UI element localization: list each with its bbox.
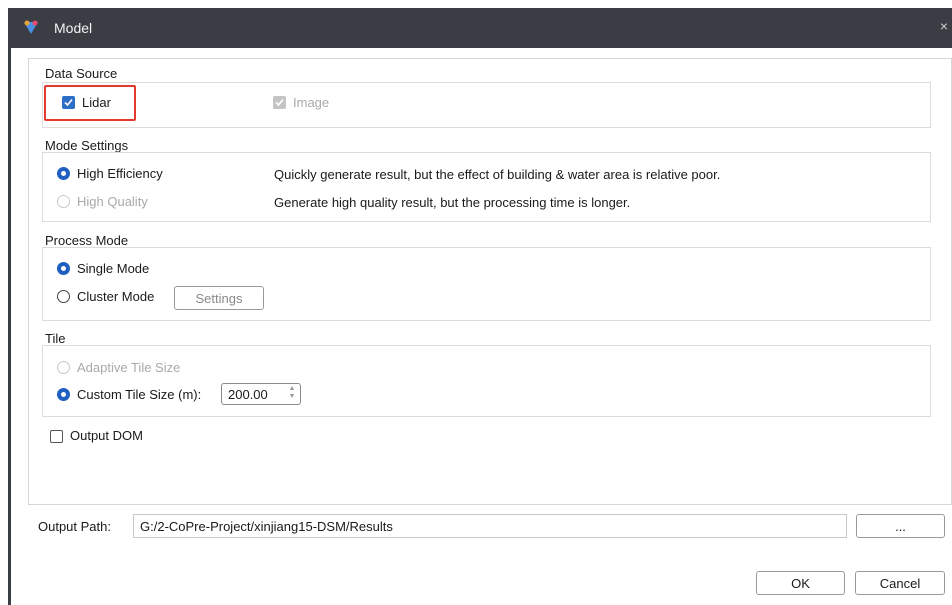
adaptive-tile-radio [57, 361, 70, 374]
cluster-mode-label[interactable]: Cluster Mode [77, 289, 154, 304]
title-bar: Model × [8, 8, 952, 48]
spin-down-icon[interactable]: ▼ [287, 393, 297, 401]
window-title: Model [54, 20, 93, 36]
image-label: Image [293, 95, 330, 110]
output-dom-label[interactable]: Output DOM [70, 428, 143, 443]
cluster-mode-radio[interactable] [57, 290, 70, 303]
tile-title: Tile [45, 331, 66, 346]
spin-up-icon[interactable]: ▲ [287, 385, 297, 393]
close-icon[interactable]: × [940, 18, 948, 34]
spin-arrows[interactable]: ▲ ▼ [287, 385, 297, 403]
single-mode-radio[interactable] [57, 262, 70, 275]
tile-size-value[interactable]: 200.00 [228, 387, 268, 402]
output-dom-checkbox[interactable] [50, 430, 63, 443]
single-mode-label[interactable]: Single Mode [77, 261, 149, 276]
tile-group [42, 345, 931, 417]
high-efficiency-label[interactable]: High Efficiency [77, 166, 163, 181]
adaptive-tile-label: Adaptive Tile Size [77, 360, 181, 375]
app-logo-icon [24, 20, 38, 34]
custom-tile-label[interactable]: Custom Tile Size (m): [77, 387, 201, 402]
lidar-checkbox[interactable] [62, 96, 75, 109]
output-path-field[interactable]: G:/2-CoPre-Project/xinjiang15-DSM/Result… [133, 514, 847, 538]
ok-button[interactable]: OK [756, 571, 845, 595]
high-efficiency-description: Quickly generate result, but the effect … [274, 167, 721, 182]
high-efficiency-radio[interactable] [57, 167, 70, 180]
mode-settings-group [42, 152, 931, 222]
cancel-button[interactable]: Cancel [855, 571, 945, 595]
high-quality-label: High Quality [77, 194, 148, 209]
data-source-title: Data Source [45, 66, 118, 81]
lidar-label[interactable]: Lidar [82, 95, 111, 110]
high-quality-radio [57, 195, 70, 208]
mode-settings-title: Mode Settings [45, 138, 129, 153]
custom-tile-radio[interactable] [57, 388, 70, 401]
cluster-settings-button[interactable]: Settings [174, 286, 264, 310]
process-mode-title: Process Mode [45, 233, 129, 248]
image-checkbox [273, 96, 286, 109]
output-path-label: Output Path: [38, 519, 111, 534]
tile-size-spinbox[interactable]: 200.00 ▲ ▼ [221, 383, 301, 405]
data-source-group [42, 82, 931, 128]
browse-button[interactable]: ... [856, 514, 945, 538]
output-path-value[interactable]: G:/2-CoPre-Project/xinjiang15-DSM/Result… [140, 519, 393, 534]
high-quality-description: Generate high quality result, but the pr… [274, 195, 631, 210]
